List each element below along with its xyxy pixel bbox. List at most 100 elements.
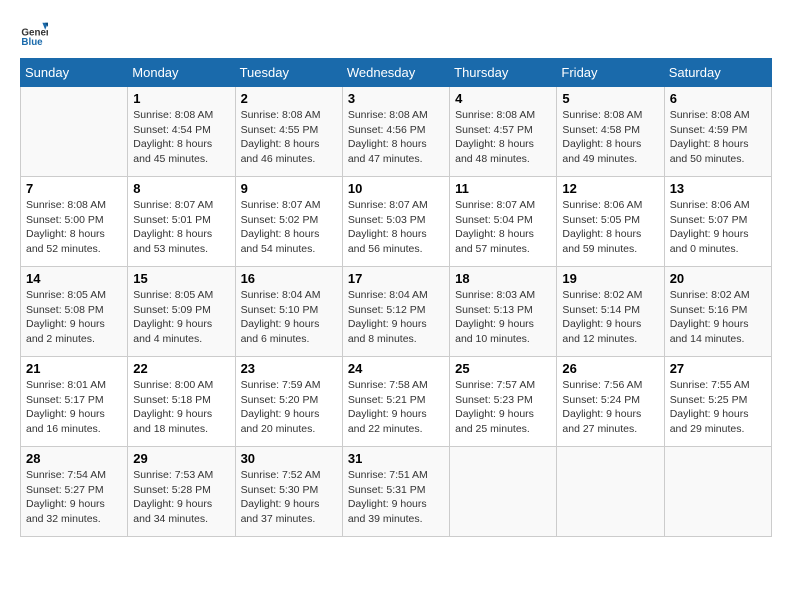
day-number: 21 [26, 361, 122, 376]
page-header: General Blue [20, 20, 772, 48]
calendar-cell: 19 Sunrise: 8:02 AMSunset: 5:14 PMDayligh… [557, 267, 664, 357]
calendar-cell: 30Sunrise: 7:52 AMSunset: 5:30 PMDayligh… [235, 447, 342, 537]
calendar-header: SundayMondayTuesdayWednesdayThursdayFrid… [21, 59, 772, 87]
calendar-week-row: 1 Sunrise: 8:08 AMSunset: 4:54 PMDaylight… [21, 87, 772, 177]
calendar-cell: 10 Sunrise: 8:07 AMSunset: 5:03 PMDayligh… [342, 177, 449, 267]
day-number: 23 [241, 361, 337, 376]
calendar-cell: 31 Sunrise: 7:51 AMSunset: 5:31 PMDayligh… [342, 447, 449, 537]
day-info: Sunrise: 8:03 AMSunset: 5:13 PMDaylight:… [455, 288, 551, 347]
day-number: 14 [26, 271, 122, 286]
day-number: 7 [26, 181, 122, 196]
calendar-cell: 24Sunrise: 7:58 AMSunset: 5:21 PMDayligh… [342, 357, 449, 447]
calendar-week-row: 21 Sunrise: 8:01 AMSunset: 5:17 PMDayligh… [21, 357, 772, 447]
day-info: Sunrise: 8:04 AMSunset: 5:10 PMDaylight:… [241, 288, 337, 347]
day-number: 12 [562, 181, 658, 196]
day-info: Sunrise: 8:04 AMSunset: 5:12 PMDaylight:… [348, 288, 444, 347]
day-info: Sunrise: 8:06 AMSunset: 5:05 PMDaylight:… [562, 198, 658, 257]
weekday-header-thursday: Thursday [450, 59, 557, 87]
day-info: Sunrise: 8:01 AMSunset: 5:17 PMDaylight:… [26, 378, 122, 437]
calendar-cell: 22Sunrise: 8:00 AMSunset: 5:18 PMDayligh… [128, 357, 235, 447]
calendar-cell: 7 Sunrise: 8:08 AMSunset: 5:00 PMDaylight… [21, 177, 128, 267]
calendar-week-row: 7 Sunrise: 8:08 AMSunset: 5:00 PMDaylight… [21, 177, 772, 267]
calendar-cell: 20Sunrise: 8:02 AMSunset: 5:16 PMDayligh… [664, 267, 771, 357]
day-number: 22 [133, 361, 229, 376]
calendar-table: SundayMondayTuesdayWednesdayThursdayFrid… [20, 58, 772, 537]
calendar-cell: 28Sunrise: 7:54 AMSunset: 5:27 PMDayligh… [21, 447, 128, 537]
calendar-body: 1 Sunrise: 8:08 AMSunset: 4:54 PMDaylight… [21, 87, 772, 537]
general-blue-icon: General Blue [20, 20, 48, 48]
calendar-cell: 26Sunrise: 7:56 AMSunset: 5:24 PMDayligh… [557, 357, 664, 447]
svg-text:Blue: Blue [21, 37, 43, 48]
day-number: 13 [670, 181, 766, 196]
calendar-cell [21, 87, 128, 177]
day-info: Sunrise: 7:59 AMSunset: 5:20 PMDaylight:… [241, 378, 337, 437]
calendar-cell: 21 Sunrise: 8:01 AMSunset: 5:17 PMDayligh… [21, 357, 128, 447]
calendar-cell: 9 Sunrise: 8:07 AMSunset: 5:02 PMDaylight… [235, 177, 342, 267]
day-number: 1 [133, 91, 229, 106]
calendar-week-row: 14 Sunrise: 8:05 AMSunset: 5:08 PMDayligh… [21, 267, 772, 357]
day-info: Sunrise: 7:51 AMSunset: 5:31 PMDaylight:… [348, 468, 444, 527]
day-number: 30 [241, 451, 337, 466]
calendar-cell: 27 Sunrise: 7:55 AMSunset: 5:25 PMDayligh… [664, 357, 771, 447]
day-info: Sunrise: 7:58 AMSunset: 5:21 PMDaylight:… [348, 378, 444, 437]
day-info: Sunrise: 8:02 AMSunset: 5:14 PMDaylight:… [562, 288, 658, 347]
day-number: 25 [455, 361, 551, 376]
day-info: Sunrise: 8:08 AMSunset: 4:58 PMDaylight:… [562, 108, 658, 167]
calendar-cell: 16 Sunrise: 8:04 AMSunset: 5:10 PMDayligh… [235, 267, 342, 357]
calendar-cell: 14 Sunrise: 8:05 AMSunset: 5:08 PMDayligh… [21, 267, 128, 357]
day-info: Sunrise: 8:02 AMSunset: 5:16 PMDaylight:… [670, 288, 766, 347]
day-info: Sunrise: 8:08 AMSunset: 4:55 PMDaylight:… [241, 108, 337, 167]
calendar-cell: 29 Sunrise: 7:53 AMSunset: 5:28 PMDayligh… [128, 447, 235, 537]
day-info: Sunrise: 8:07 AMSunset: 5:04 PMDaylight:… [455, 198, 551, 257]
day-info: Sunrise: 7:53 AMSunset: 5:28 PMDaylight:… [133, 468, 229, 527]
day-info: Sunrise: 8:06 AMSunset: 5:07 PMDaylight:… [670, 198, 766, 257]
day-number: 10 [348, 181, 444, 196]
day-number: 31 [348, 451, 444, 466]
day-number: 3 [348, 91, 444, 106]
day-info: Sunrise: 8:08 AMSunset: 4:57 PMDaylight:… [455, 108, 551, 167]
calendar-cell: 15Sunrise: 8:05 AMSunset: 5:09 PMDayligh… [128, 267, 235, 357]
day-number: 11 [455, 181, 551, 196]
day-info: Sunrise: 8:07 AMSunset: 5:03 PMDaylight:… [348, 198, 444, 257]
calendar-cell: 3 Sunrise: 8:08 AMSunset: 4:56 PMDaylight… [342, 87, 449, 177]
day-number: 6 [670, 91, 766, 106]
day-info: Sunrise: 8:08 AMSunset: 4:59 PMDaylight:… [670, 108, 766, 167]
weekday-header-wednesday: Wednesday [342, 59, 449, 87]
calendar-cell: 4Sunrise: 8:08 AMSunset: 4:57 PMDaylight… [450, 87, 557, 177]
calendar-cell: 5Sunrise: 8:08 AMSunset: 4:58 PMDaylight… [557, 87, 664, 177]
logo: General Blue [20, 20, 52, 48]
weekday-header-monday: Monday [128, 59, 235, 87]
day-number: 29 [133, 451, 229, 466]
day-info: Sunrise: 8:07 AMSunset: 5:02 PMDaylight:… [241, 198, 337, 257]
day-info: Sunrise: 7:54 AMSunset: 5:27 PMDaylight:… [26, 468, 122, 527]
calendar-cell: 25 Sunrise: 7:57 AMSunset: 5:23 PMDayligh… [450, 357, 557, 447]
day-info: Sunrise: 8:07 AMSunset: 5:01 PMDaylight:… [133, 198, 229, 257]
day-number: 19 [562, 271, 658, 286]
day-number: 27 [670, 361, 766, 376]
day-info: Sunrise: 7:57 AMSunset: 5:23 PMDaylight:… [455, 378, 551, 437]
calendar-cell: 8Sunrise: 8:07 AMSunset: 5:01 PMDaylight… [128, 177, 235, 267]
day-number: 15 [133, 271, 229, 286]
calendar-cell: 1 Sunrise: 8:08 AMSunset: 4:54 PMDaylight… [128, 87, 235, 177]
day-info: Sunrise: 8:05 AMSunset: 5:08 PMDaylight:… [26, 288, 122, 347]
calendar-cell: 2Sunrise: 8:08 AMSunset: 4:55 PMDaylight… [235, 87, 342, 177]
calendar-cell: 11 Sunrise: 8:07 AMSunset: 5:04 PMDayligh… [450, 177, 557, 267]
day-number: 17 [348, 271, 444, 286]
day-info: Sunrise: 8:08 AMSunset: 4:56 PMDaylight:… [348, 108, 444, 167]
day-number: 16 [241, 271, 337, 286]
calendar-cell [664, 447, 771, 537]
weekday-header-sunday: Sunday [21, 59, 128, 87]
calendar-cell [450, 447, 557, 537]
day-number: 26 [562, 361, 658, 376]
calendar-cell: 6 Sunrise: 8:08 AMSunset: 4:59 PMDaylight… [664, 87, 771, 177]
day-info: Sunrise: 8:08 AMSunset: 5:00 PMDaylight:… [26, 198, 122, 257]
weekday-header-row: SundayMondayTuesdayWednesdayThursdayFrid… [21, 59, 772, 87]
calendar-week-row: 28Sunrise: 7:54 AMSunset: 5:27 PMDayligh… [21, 447, 772, 537]
calendar-cell: 17 Sunrise: 8:04 AMSunset: 5:12 PMDayligh… [342, 267, 449, 357]
weekday-header-friday: Friday [557, 59, 664, 87]
day-info: Sunrise: 8:08 AMSunset: 4:54 PMDaylight:… [133, 108, 229, 167]
calendar-cell: 18Sunrise: 8:03 AMSunset: 5:13 PMDayligh… [450, 267, 557, 357]
calendar-cell: 12 Sunrise: 8:06 AMSunset: 5:05 PMDayligh… [557, 177, 664, 267]
day-info: Sunrise: 7:55 AMSunset: 5:25 PMDaylight:… [670, 378, 766, 437]
day-number: 9 [241, 181, 337, 196]
